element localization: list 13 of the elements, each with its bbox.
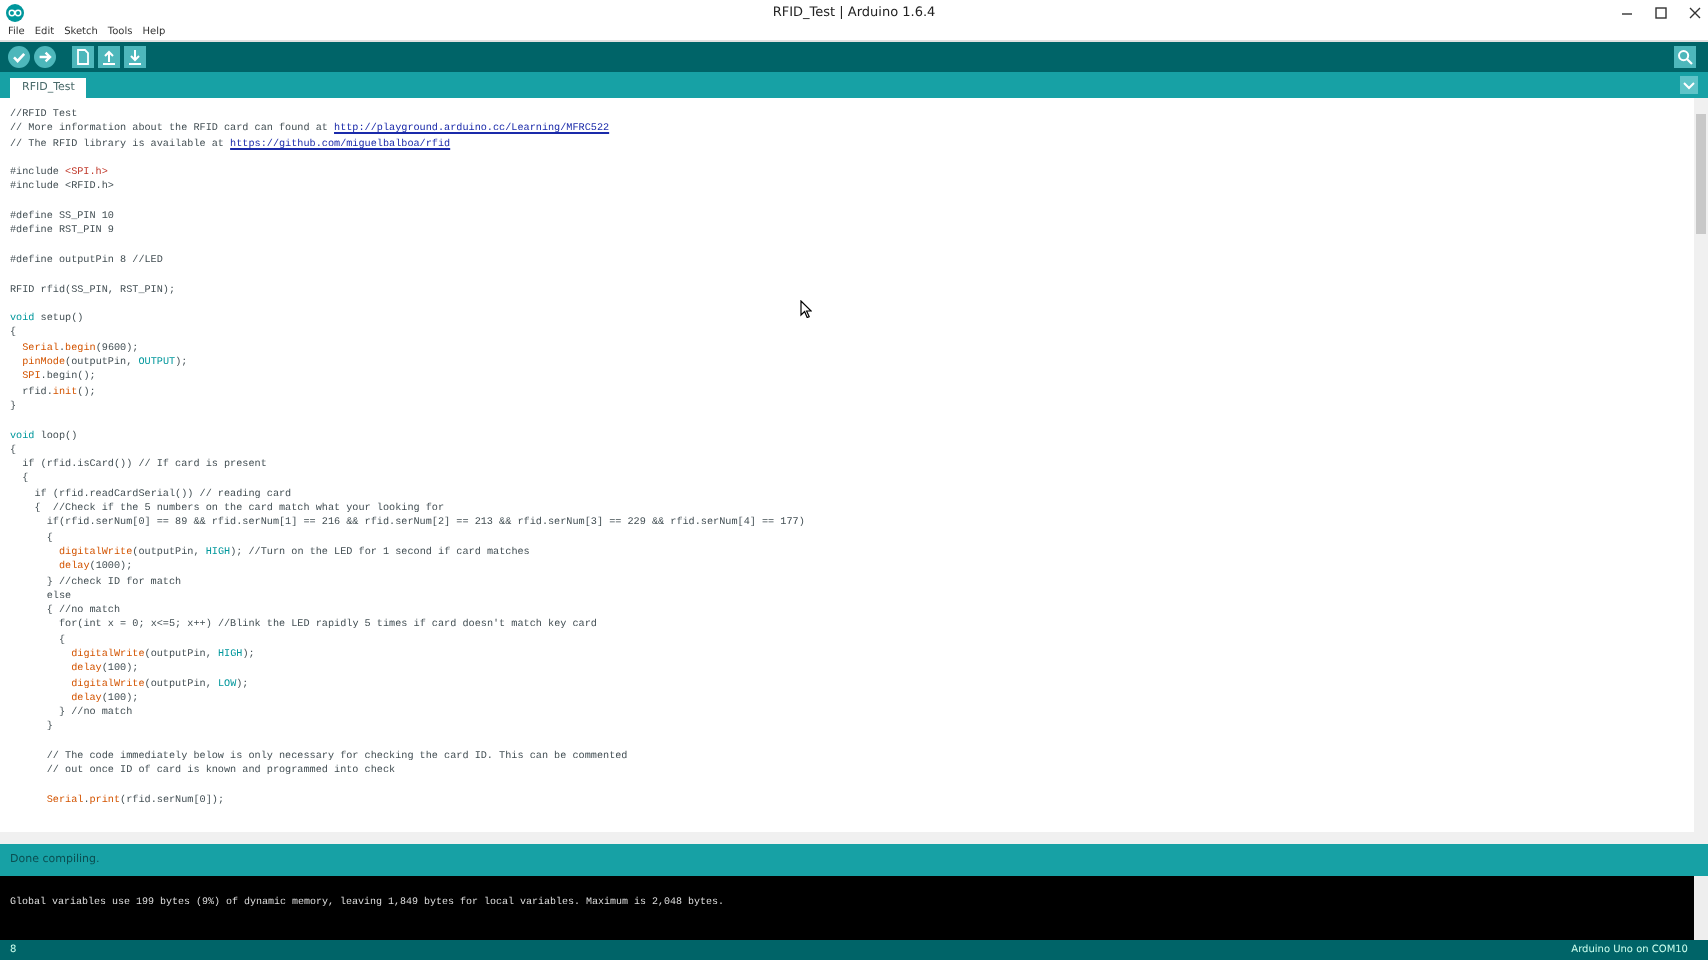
close-icon[interactable] [1688,5,1702,19]
pointer-cursor-icon [800,300,812,318]
dropdown-icon[interactable] [1680,76,1698,94]
magnifier-icon[interactable] [1674,46,1696,68]
maximize-icon[interactable] [1654,5,1668,19]
check-icon[interactable] [8,46,30,68]
download-arrow-icon[interactable] [124,46,146,68]
right-arrow-icon[interactable] [34,46,56,68]
console-scrollbar[interactable] [1694,876,1708,940]
horizontal-scrollbar[interactable] [0,832,1708,844]
upload-arrow-icon[interactable] [98,46,120,68]
vertical-scrollbar[interactable] [1694,98,1708,832]
new-file-icon[interactable] [72,46,94,68]
